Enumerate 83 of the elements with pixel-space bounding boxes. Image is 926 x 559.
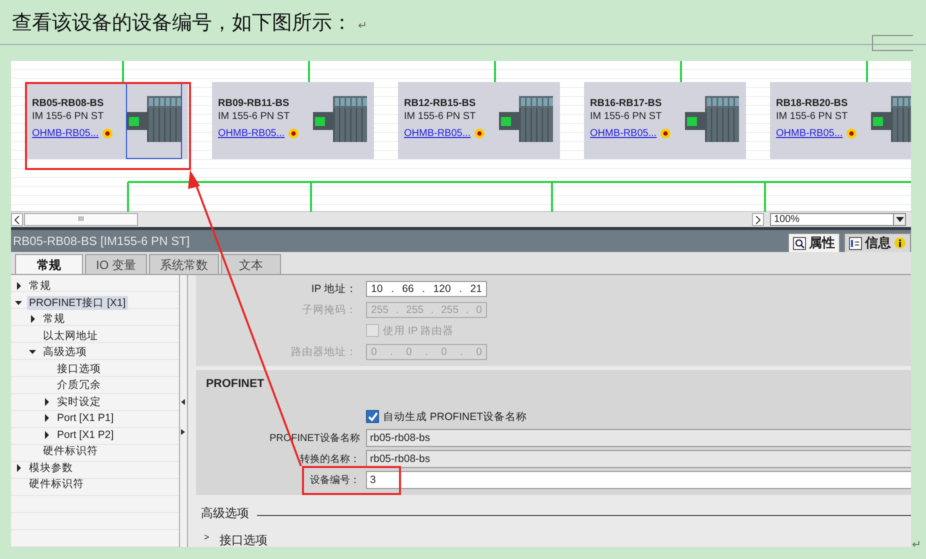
dropdown-arrow-icon (896, 217, 904, 222)
ip-address-field[interactable]: 10 . 66 . 120 . 21 (366, 280, 487, 296)
collapsed-arrow-icon[interactable] (29, 315, 37, 324)
tree-item[interactable]: 实时设定 (55, 394, 103, 409)
section-title: 高级选项 (201, 505, 249, 522)
text-box-frame (872, 35, 913, 51)
section-title: PROFINET (205, 377, 266, 392)
expanded-arrow-icon[interactable] (15, 298, 23, 307)
info-list-icon (849, 236, 862, 250)
left-arrow-icon (181, 399, 185, 405)
tab[interactable]: IO 变量 (85, 254, 148, 274)
device-type: IM 155-6 PN ST (404, 111, 477, 122)
tab[interactable]: 文本 (221, 254, 282, 274)
field-label: IP 地址： (310, 282, 358, 296)
device-type: IM 155-6 PN ST (32, 111, 105, 122)
text-field[interactable]: rb05-rb08-bs (366, 450, 911, 468)
network-link[interactable]: OHMB-RB05... (590, 128, 657, 139)
tree-item[interactable]: 以太网地址 (41, 328, 100, 343)
info-icon (894, 237, 906, 249)
tree-item[interactable]: 常规 (27, 279, 53, 294)
device-type: IM 155-6 PN ST (776, 111, 849, 122)
tree-item[interactable]: 硬件标识符 (41, 444, 100, 458)
text-field[interactable]: rb05-rb08-bs (366, 428, 911, 446)
device-type: IM 155-6 PN ST (218, 111, 291, 122)
status-dot-icon (846, 128, 857, 139)
tree-item[interactable]: 硬件标识符 (27, 477, 86, 492)
device-type: IM 155-6 PN ST (590, 111, 663, 122)
collapsed-arrow-icon[interactable] (43, 414, 51, 422)
collapsed-arrow-icon[interactable] (43, 398, 51, 406)
tab[interactable]: 常规 (15, 254, 83, 274)
tree-item[interactable]: 常规 (41, 312, 67, 326)
tree-item[interactable]: Port [X1 P2] (55, 428, 116, 441)
panel-tab[interactable]: 信息 (844, 233, 911, 252)
scroll-right-button[interactable] (752, 213, 764, 226)
device-name: RB09-RB11-BS (218, 98, 290, 109)
module-selection[interactable] (126, 83, 182, 159)
scroll-left-button[interactable] (11, 213, 23, 226)
expanded-arrow-icon[interactable] (29, 348, 37, 356)
checkbox-label: 使用 IP 路由器 (383, 324, 454, 338)
tree-item[interactable]: 模块参数 (27, 460, 75, 475)
paragraph-mark: ↵ (912, 538, 922, 551)
device-name: RB18-RB20-BS (776, 98, 849, 109)
status-dot-icon (660, 128, 671, 139)
panel-tab[interactable]: 属性 (788, 233, 840, 252)
status-dot-icon (288, 128, 299, 139)
magnifier-icon (793, 236, 806, 250)
zoom-dropdown[interactable]: 100% (770, 213, 906, 226)
device-card[interactable]: RB09-RB11-BS IM 155-6 PN ST OHMB-RB05... (212, 82, 374, 159)
tree-item[interactable]: PROFINET接口 [X1] (27, 296, 128, 310)
device-card[interactable]: RB12-RB15-BS IM 155-6 PN ST OHMB-RB05... (398, 82, 560, 159)
device-name: RB05-RB08-BS (32, 98, 105, 109)
network-link[interactable]: OHMB-RB05... (218, 128, 285, 139)
network-link[interactable]: OHMB-RB05... (32, 128, 99, 139)
network-link[interactable]: OHMB-RB05... (404, 128, 471, 139)
tree-item[interactable]: 高级选项 (41, 345, 89, 360)
device-card[interactable]: RB16-RB17-BS IM 155-6 PN ST OHMB-RB05... (584, 82, 746, 159)
network-link[interactable]: OHMB-RB05... (776, 128, 843, 139)
collapsed-arrow-icon[interactable] (15, 464, 23, 472)
field-label: 路由器地址： (290, 344, 358, 358)
device-card[interactable]: RB05-RB08-BS IM 155-6 PN ST OHMB-RB05... (26, 82, 188, 159)
collapsed-arrow-icon[interactable] (15, 282, 23, 290)
device-name: RB12-RB15-BS (404, 98, 477, 109)
field-label: 子网掩码： (301, 302, 358, 316)
status-dot-icon (102, 128, 113, 139)
heading-text: 查看该设备的设备编号，如下图所示： (12, 10, 352, 36)
tree-item[interactable]: 接口选项 (219, 532, 268, 547)
text-field[interactable]: 3 (366, 470, 911, 488)
paragraph-mark: ↵ (358, 18, 368, 32)
right-arrow-icon (181, 429, 185, 435)
collapsed-arrow-icon[interactable] (43, 430, 51, 439)
checkbox-label: 自动生成 PROFINET设备名称 (383, 410, 528, 424)
tree-item[interactable]: 介质冗余 (55, 378, 103, 392)
expander[interactable]: > (204, 532, 210, 547)
tree-item[interactable]: Port [X1 P1] (55, 412, 116, 424)
status-dot-icon (474, 128, 485, 139)
checkbox[interactable] (366, 410, 379, 423)
device-name: RB16-RB17-BS (590, 98, 663, 109)
field-label: 转换的名称： (299, 452, 361, 466)
field-label: 设备编号： (309, 474, 361, 486)
tab[interactable]: 系统常数 (149, 254, 220, 274)
inspector-title: RB05-RB08-BS [IM155-6 PN ST] (13, 234, 190, 248)
tree-item[interactable]: 接口选项 (55, 362, 103, 376)
device-card[interactable]: RB18-RB20-BS IM 155-6 PN ST OHMB-RB05... (770, 82, 911, 159)
